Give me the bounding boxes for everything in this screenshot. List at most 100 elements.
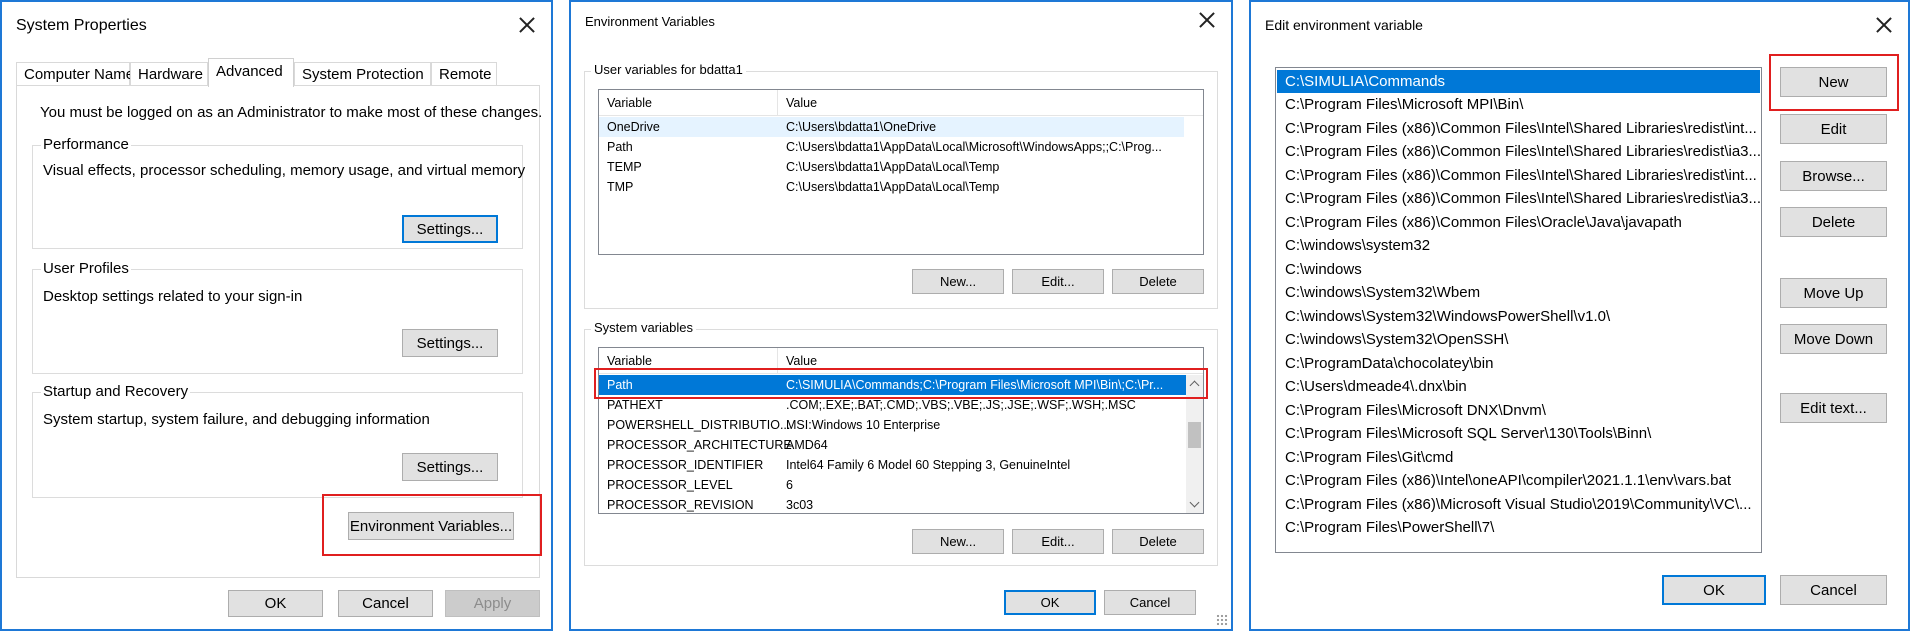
column-variable[interactable]: Variable (607, 354, 652, 368)
cancel-button[interactable]: Cancel (1780, 575, 1887, 605)
ok-button[interactable]: OK (228, 590, 323, 617)
list-item[interactable]: C:\Program Files\Microsoft SQL Server\13… (1277, 422, 1760, 445)
system-delete-button[interactable]: Delete (1112, 529, 1204, 554)
close-icon[interactable] (1872, 13, 1896, 37)
ok-button[interactable]: OK (1662, 575, 1766, 605)
system-new-button[interactable]: New... (912, 529, 1004, 554)
list-item[interactable]: C:\windows (1277, 258, 1760, 281)
user-profiles-group: User Profiles Desktop settings related t… (32, 260, 523, 374)
list-item[interactable]: C:\ProgramData\chocolatey\bin (1277, 352, 1760, 375)
user-profiles-description: Desktop settings related to your sign-in (43, 288, 303, 305)
cell-value: .COM;.EXE;.BAT;.CMD;.VBS;.VBE;.JS;.JSE;.… (786, 398, 1136, 412)
vertical-scrollbar[interactable] (1186, 375, 1203, 513)
table-row[interactable]: PROCESSOR_REVISION 3c03 (599, 495, 1186, 513)
cell-variable: PROCESSOR_IDENTIFIER (607, 458, 764, 472)
list-item[interactable]: C:\windows\System32\WindowsPowerShell\v1… (1277, 305, 1760, 328)
performance-settings-button[interactable]: Settings... (402, 215, 498, 243)
list-item[interactable]: C:\Program Files (x86)\Common Files\Inte… (1277, 187, 1760, 210)
list-item[interactable]: C:\Program Files (x86)\Common Files\Orac… (1277, 211, 1760, 234)
table-row[interactable]: PATHEXT .COM;.EXE;.BAT;.CMD;.VBS;.VBE;.J… (599, 395, 1186, 415)
cell-value: MSI:Windows 10 Enterprise (786, 418, 941, 432)
apply-button[interactable]: Apply (445, 590, 540, 617)
list-item[interactable]: C:\Program Files\Microsoft DNX\Dnvm\ (1277, 399, 1760, 422)
close-icon[interactable] (515, 13, 539, 37)
table-row[interactable]: Path C:\SIMULIA\Commands;C:\Program File… (599, 375, 1186, 395)
tab-advanced[interactable]: Advanced (208, 58, 294, 87)
cell-value: C:\Users\bdatta1\AppData\Local\Temp (786, 160, 1000, 174)
new-button[interactable]: New (1780, 67, 1887, 97)
table-row[interactable]: PROCESSOR_LEVEL 6 (599, 475, 1186, 495)
cell-variable: Path (607, 140, 633, 154)
column-value[interactable]: Value (786, 96, 817, 110)
tab-computer-name[interactable]: Computer Name (16, 62, 134, 86)
list-item[interactable]: C:\windows\System32\OpenSSH\ (1277, 328, 1760, 351)
user-variables-list[interactable]: Variable Value OneDrive C:\Users\bdatta1… (598, 89, 1204, 255)
table-row[interactable]: TMP C:\Users\bdatta1\AppData\Local\Temp (599, 177, 1184, 197)
startup-recovery-description: System startup, system failure, and debu… (43, 411, 430, 428)
list-item[interactable]: C:\Users\dmeade4\.dnx\bin (1277, 375, 1760, 398)
list-item[interactable]: C:\Program Files (x86)\Intel\oneAPI\comp… (1277, 469, 1760, 492)
table-row[interactable]: OneDrive C:\Users\bdatta1\OneDrive (599, 117, 1184, 137)
window-title: Environment Variables (585, 14, 715, 29)
list-header: Variable Value (599, 348, 1203, 374)
list-item[interactable]: C:\Program Files (x86)\Common Files\Inte… (1277, 164, 1760, 187)
arrow-down-icon[interactable] (1190, 500, 1199, 509)
list-item[interactable]: C:\windows\System32\Wbem (1277, 281, 1760, 304)
list-item[interactable]: C:\SIMULIA\Commands (1277, 70, 1760, 93)
edit-text-button[interactable]: Edit text... (1780, 393, 1887, 423)
user-profiles-settings-button[interactable]: Settings... (402, 329, 498, 357)
table-row[interactable]: TEMP C:\Users\bdatta1\AppData\Local\Temp (599, 157, 1184, 177)
close-icon[interactable] (1195, 8, 1219, 32)
column-divider[interactable] (777, 348, 778, 374)
column-divider[interactable] (777, 90, 778, 116)
cancel-button[interactable]: Cancel (338, 590, 433, 617)
title-bar: Edit environment variable (1251, 2, 1908, 48)
edit-button[interactable]: Edit (1780, 114, 1887, 144)
environment-variables-window: Environment Variables User variables for… (569, 0, 1233, 631)
cell-value: C:\Users\bdatta1\AppData\Local\Microsoft… (786, 140, 1162, 154)
startup-recovery-settings-button[interactable]: Settings... (402, 453, 498, 481)
cancel-button[interactable]: Cancel (1104, 590, 1196, 615)
list-item[interactable]: C:\Program Files\Microsoft MPI\Bin\ (1277, 93, 1760, 116)
table-row[interactable]: PROCESSOR_ARCHITECTURE AMD64 (599, 435, 1186, 455)
performance-group: Performance Visual effects, processor sc… (32, 136, 525, 249)
column-value[interactable]: Value (786, 354, 817, 368)
user-new-button[interactable]: New... (912, 269, 1004, 294)
path-entries-list[interactable]: C:\SIMULIA\Commands C:\Program Files\Mic… (1275, 67, 1762, 553)
list-item[interactable]: C:\Program Files (x86)\Microsoft Visual … (1277, 493, 1760, 516)
user-delete-button[interactable]: Delete (1112, 269, 1204, 294)
list-item[interactable]: C:\windows\system32 (1277, 234, 1760, 257)
list-item[interactable]: C:\Program Files (x86)\Common Files\Inte… (1277, 140, 1760, 163)
cell-variable: PATHEXT (607, 398, 663, 412)
list-item[interactable]: C:\Program Files\PowerShell\7\ (1277, 516, 1760, 539)
user-edit-button[interactable]: Edit... (1012, 269, 1104, 294)
system-properties-window: System Properties Computer Name Hardware… (0, 0, 553, 631)
delete-button[interactable]: Delete (1780, 207, 1887, 237)
scrollbar-thumb[interactable] (1188, 422, 1201, 448)
tab-remote[interactable]: Remote (431, 62, 497, 86)
browse-button[interactable]: Browse... (1780, 161, 1887, 191)
system-edit-button[interactable]: Edit... (1012, 529, 1104, 554)
column-variable[interactable]: Variable (607, 96, 652, 110)
table-row[interactable]: POWERSHELL_DISTRIBUTIO... MSI:Windows 10… (599, 415, 1186, 435)
window-title: Edit environment variable (1265, 17, 1423, 33)
cell-variable: TEMP (607, 160, 642, 174)
list-header: Variable Value (599, 90, 1203, 116)
move-down-button[interactable]: Move Down (1780, 324, 1887, 354)
list-item[interactable]: C:\Program Files\Git\cmd (1277, 446, 1760, 469)
arrow-up-icon[interactable] (1190, 379, 1199, 388)
ok-button[interactable]: OK (1004, 590, 1096, 615)
list-item[interactable]: C:\Program Files (x86)\Common Files\Inte… (1277, 117, 1760, 140)
tab-hardware[interactable]: Hardware (130, 62, 208, 86)
table-row[interactable]: PROCESSOR_IDENTIFIER Intel64 Family 6 Mo… (599, 455, 1186, 475)
cell-value: C:\Users\bdatta1\AppData\Local\Temp (786, 180, 1000, 194)
cell-value: Intel64 Family 6 Model 60 Stepping 3, Ge… (786, 458, 1071, 472)
environment-variables-button[interactable]: Environment Variables... (348, 512, 514, 540)
resize-grip-icon[interactable] (1216, 614, 1228, 626)
cell-variable: TMP (607, 180, 634, 194)
system-variables-list[interactable]: Variable Value Path C:\SIMULIA\Commands;… (598, 347, 1204, 514)
cell-value: C:\Users\bdatta1\OneDrive (786, 120, 937, 134)
tab-system-protection[interactable]: System Protection (294, 62, 431, 86)
table-row[interactable]: Path C:\Users\bdatta1\AppData\Local\Micr… (599, 137, 1184, 157)
move-up-button[interactable]: Move Up (1780, 278, 1887, 308)
